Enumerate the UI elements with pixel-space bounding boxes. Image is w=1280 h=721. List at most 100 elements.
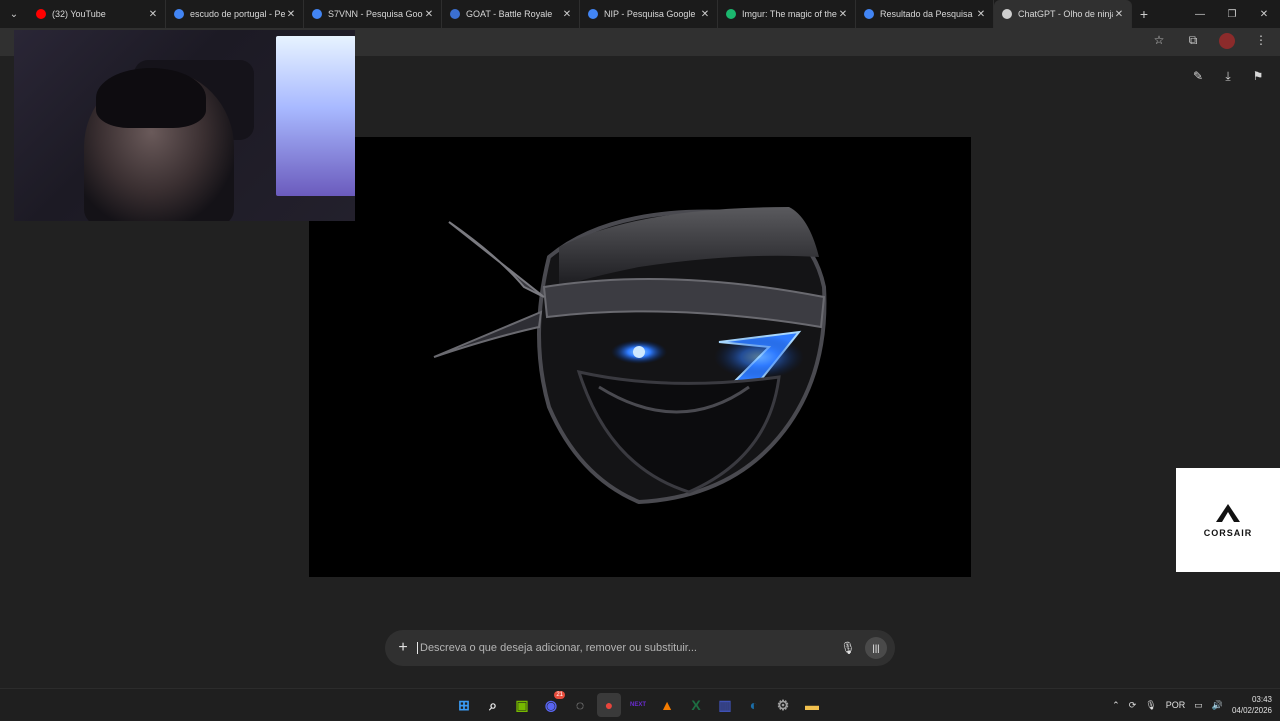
tab-favicon-icon [1002, 9, 1012, 19]
generated-image [309, 137, 971, 577]
plus-icon[interactable]: + [395, 639, 411, 657]
nvidia-icon: ▣ [515, 696, 529, 713]
taskbar-app-file-explorer[interactable]: ▬ [800, 693, 824, 717]
tab-favicon-icon [588, 9, 598, 19]
puzzle-icon[interactable]: ⧉ [1184, 33, 1202, 52]
voice-mode-button[interactable]: ||| [865, 637, 887, 659]
star-icon[interactable]: ☆ [1150, 33, 1168, 52]
corsair-ad[interactable]: CORSAIR [1176, 468, 1280, 572]
webcam-overlay [14, 30, 355, 221]
window-controls: — ❐ ✕ [1184, 0, 1280, 28]
clock[interactable]: 03:43 04/02/2026 [1232, 694, 1272, 716]
ad-brand: CORSAIR [1203, 528, 1253, 538]
discord-icon: ◉ [544, 696, 558, 713]
tab-search-button[interactable]: ⌄ [0, 0, 28, 28]
flag-icon[interactable]: ⚑ [1250, 69, 1266, 84]
chrome-icon: ● [604, 697, 614, 713]
new-tab-button[interactable]: + [1132, 6, 1156, 22]
browser-tab[interactable]: S7VNN - Pesquisa Google✕ [304, 0, 442, 28]
streamer-hair [96, 68, 206, 128]
browser-tab[interactable]: GOAT - Battle Royale ✕ [442, 0, 580, 28]
browser-tab[interactable]: Resultado da Pesquisa de ✕ [856, 0, 994, 28]
obs-icon: ◌ [575, 697, 585, 713]
background-monitor [276, 36, 355, 196]
windows-start-icon: ⊞ [458, 696, 470, 713]
clock-date: 04/02/2026 [1231, 706, 1272, 715]
language-indicator[interactable]: POR [1166, 700, 1186, 710]
taskbar: ⊞ ⌕ ▣ ◉ 21 ◌ ● NEXT ▲ X ▥ ◐ ⚙ ▬ ⌃ ⟳ 🎙 POR ▭ 🔊 03:43 0… [0, 688, 1280, 720]
microphone-icon[interactable]: 🎙 [1145, 700, 1156, 711]
excel-icon: X [691, 697, 701, 713]
minimize-button[interactable]: — [1184, 0, 1216, 28]
taskbar-app-nvidia[interactable]: ▣ [510, 693, 534, 717]
magic-edit-icon[interactable]: ✎ [1190, 69, 1206, 84]
browser-tab[interactable]: NIP - Pesquisa Google ✕ [580, 0, 718, 28]
browser-tab[interactable]: Imgur: The magic of the In ✕ [718, 0, 856, 28]
chevron-up-icon[interactable]: ⌃ [1112, 700, 1120, 711]
tab-title: NIP - Pesquisa Google [604, 9, 696, 19]
browser-tab[interactable]: escudo de portugal - Pesq ✕ [166, 0, 304, 28]
browser-tab[interactable]: (32) YouTube ✕ [28, 0, 166, 28]
search-icon: ⌕ [489, 696, 497, 713]
plus-icon: + [1139, 6, 1149, 22]
volume-icon[interactable]: 🔊 [1212, 700, 1223, 711]
tab-favicon-icon [450, 9, 460, 19]
corsair-logo-icon [1216, 504, 1240, 522]
close-tab-icon[interactable]: ✕ [285, 9, 297, 20]
taskbar-app-steam[interactable]: ◐ [742, 693, 766, 717]
close-tab-icon[interactable]: ✕ [423, 9, 435, 20]
sync-icon[interactable]: ⟳ [1129, 700, 1137, 711]
close-tab-icon[interactable]: ✕ [1113, 9, 1125, 20]
edit-prompt-input[interactable] [417, 642, 833, 654]
tab-title: S7VNN - Pesquisa Google [328, 9, 423, 19]
steam-icon: ◐ [749, 697, 759, 713]
profile-avatar[interactable] [1218, 33, 1236, 52]
tab-strip: ⌄ (32) YouTube ✕ escudo de portugal - Pesq… [0, 0, 1280, 28]
app-blue-icon: ▥ [718, 696, 732, 713]
tab-favicon-icon [726, 9, 736, 19]
close-tab-icon[interactable]: ✕ [147, 9, 159, 20]
omnibox[interactable] [300, 30, 1160, 54]
chevron-down-icon: ⌄ [9, 8, 19, 20]
taskbar-app-chrome[interactable]: ● [597, 693, 621, 717]
taskbar-app-windows-start[interactable]: ⊞ [452, 693, 476, 717]
close-tab-icon[interactable]: ✕ [699, 9, 711, 20]
close-window-button[interactable]: ✕ [1248, 0, 1280, 28]
tab-title: Imgur: The magic of the In [742, 9, 837, 19]
ninja-illustration [433, 207, 827, 505]
tab-favicon-icon [174, 9, 184, 19]
taskbar-app-discord[interactable]: ◉ 21 [539, 691, 565, 717]
kebab-menu-icon[interactable]: ⋮ [1252, 33, 1270, 52]
close-tab-icon[interactable]: ✕ [561, 9, 573, 20]
browser-tab[interactable]: ChatGPT - Olho de ninja a✕ [994, 0, 1132, 28]
clock-time: 03:43 [1251, 695, 1272, 704]
taskbar-app-search[interactable]: ⌕ [481, 693, 505, 717]
tab-title: escudo de portugal - Pesq [190, 9, 285, 19]
settings-icon: ⚙ [776, 696, 790, 713]
image-toolbar: ✎ ⤓ ⚑ [1190, 69, 1266, 84]
taskbar-app-next[interactable]: NEXT [626, 693, 650, 717]
tab-title: GOAT - Battle Royale [466, 9, 553, 19]
network-icon[interactable]: ▭ [1194, 700, 1203, 711]
next-icon: NEXT [629, 702, 646, 708]
taskbar-app-obs[interactable]: ◌ [568, 693, 592, 717]
tab-title: Resultado da Pesquisa de [880, 9, 975, 19]
file-explorer-icon: ▬ [805, 697, 819, 713]
taskbar-app-excel[interactable]: X [684, 693, 708, 717]
taskbar-app-app-orange[interactable]: ▲ [655, 693, 679, 717]
notification-badge: 21 [554, 691, 565, 699]
tab-favicon-icon [36, 9, 46, 19]
close-tab-icon[interactable]: ✕ [837, 9, 849, 20]
tab-title: ChatGPT - Olho de ninja a [1018, 9, 1113, 19]
taskbar-app-app-blue[interactable]: ▥ [713, 693, 737, 717]
close-tab-icon[interactable]: ✕ [975, 9, 987, 20]
taskbar-app-settings[interactable]: ⚙ [771, 693, 795, 717]
download-icon[interactable]: ⤓ [1220, 69, 1236, 84]
tab-favicon-icon [864, 9, 874, 19]
edit-composer: + 🎙 ||| [385, 630, 895, 666]
microphone-icon[interactable]: 🎙 [837, 641, 859, 655]
tab-title: (32) YouTube [52, 9, 106, 19]
restore-button[interactable]: ❐ [1216, 0, 1248, 28]
tab-favicon-icon [312, 9, 322, 19]
app-orange-icon: ▲ [660, 697, 674, 713]
